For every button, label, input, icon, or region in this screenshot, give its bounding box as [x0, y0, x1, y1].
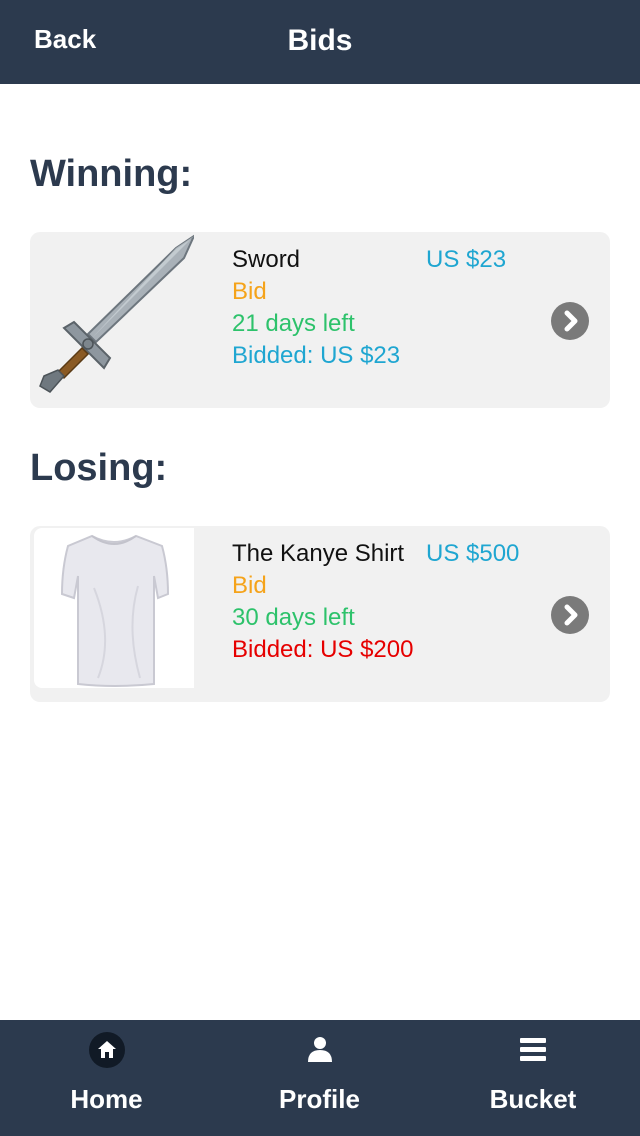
item-name: The Kanye Shirt	[232, 540, 405, 567]
list-icon	[514, 1031, 552, 1069]
tab-profile[interactable]: Profile	[213, 1020, 426, 1136]
item-bid-status: Bid	[232, 278, 267, 305]
losing-bid-card[interactable]: The Kanye Shirt Bid 30 days left Bidded:…	[30, 526, 610, 702]
winning-section-heading: Winning:	[30, 153, 193, 195]
chevron-right-icon[interactable]	[551, 302, 589, 340]
tab-bucket-label: Bucket	[489, 1084, 577, 1114]
item-bidded-amount: Bidded: US $200	[232, 636, 414, 663]
user-icon	[301, 1031, 339, 1069]
item-time-left: 30 days left	[232, 604, 355, 631]
winning-item-details: Sword Bid 21 days left Bidded: US $23	[232, 244, 400, 372]
top-nav-bar: Back Bids	[0, 0, 640, 84]
item-price: US $23	[426, 246, 507, 273]
item-name: Sword	[232, 246, 301, 273]
page-title: Bids	[287, 24, 353, 57]
home-icon	[88, 1031, 126, 1069]
white-tshirt-image	[34, 528, 194, 688]
item-price: US $500	[426, 540, 520, 567]
tab-profile-label: Profile	[279, 1084, 360, 1114]
chevron-right-icon[interactable]	[551, 596, 589, 634]
losing-item-details: The Kanye Shirt Bid 30 days left Bidded:…	[232, 538, 413, 666]
tab-home[interactable]: Home	[0, 1020, 213, 1136]
item-bidded-amount: Bidded: US $23	[232, 342, 401, 369]
winning-bid-card[interactable]: Sword Bid 21 days left Bidded: US $23 US…	[30, 232, 610, 408]
tab-home-label: Home	[70, 1084, 143, 1114]
bottom-tab-bar: Home Profile Bucket	[0, 1020, 640, 1136]
tab-bucket[interactable]: Bucket	[426, 1020, 640, 1136]
item-bid-status: Bid	[232, 572, 267, 599]
item-time-left: 21 days left	[232, 310, 355, 337]
sword-image	[34, 234, 194, 394]
losing-section-heading: Losing:	[30, 447, 168, 489]
